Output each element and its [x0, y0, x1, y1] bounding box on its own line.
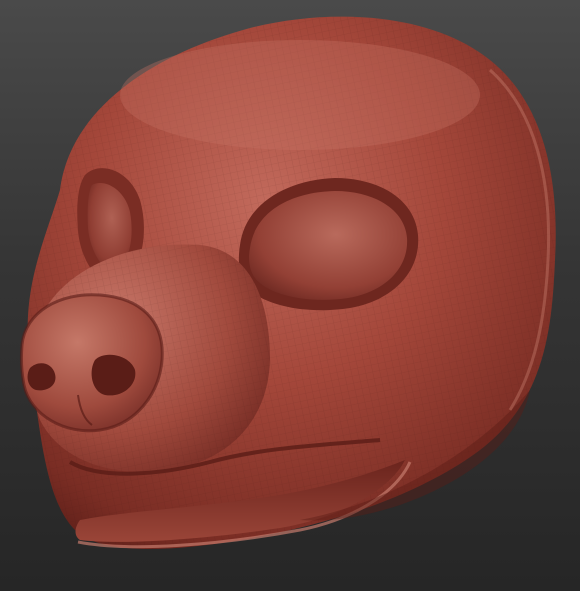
brow-highlight [120, 40, 480, 150]
sculpt-viewport[interactable] [0, 0, 580, 591]
sculpt-model-canvas[interactable] [0, 0, 580, 591]
left-nostril [27, 363, 56, 391]
